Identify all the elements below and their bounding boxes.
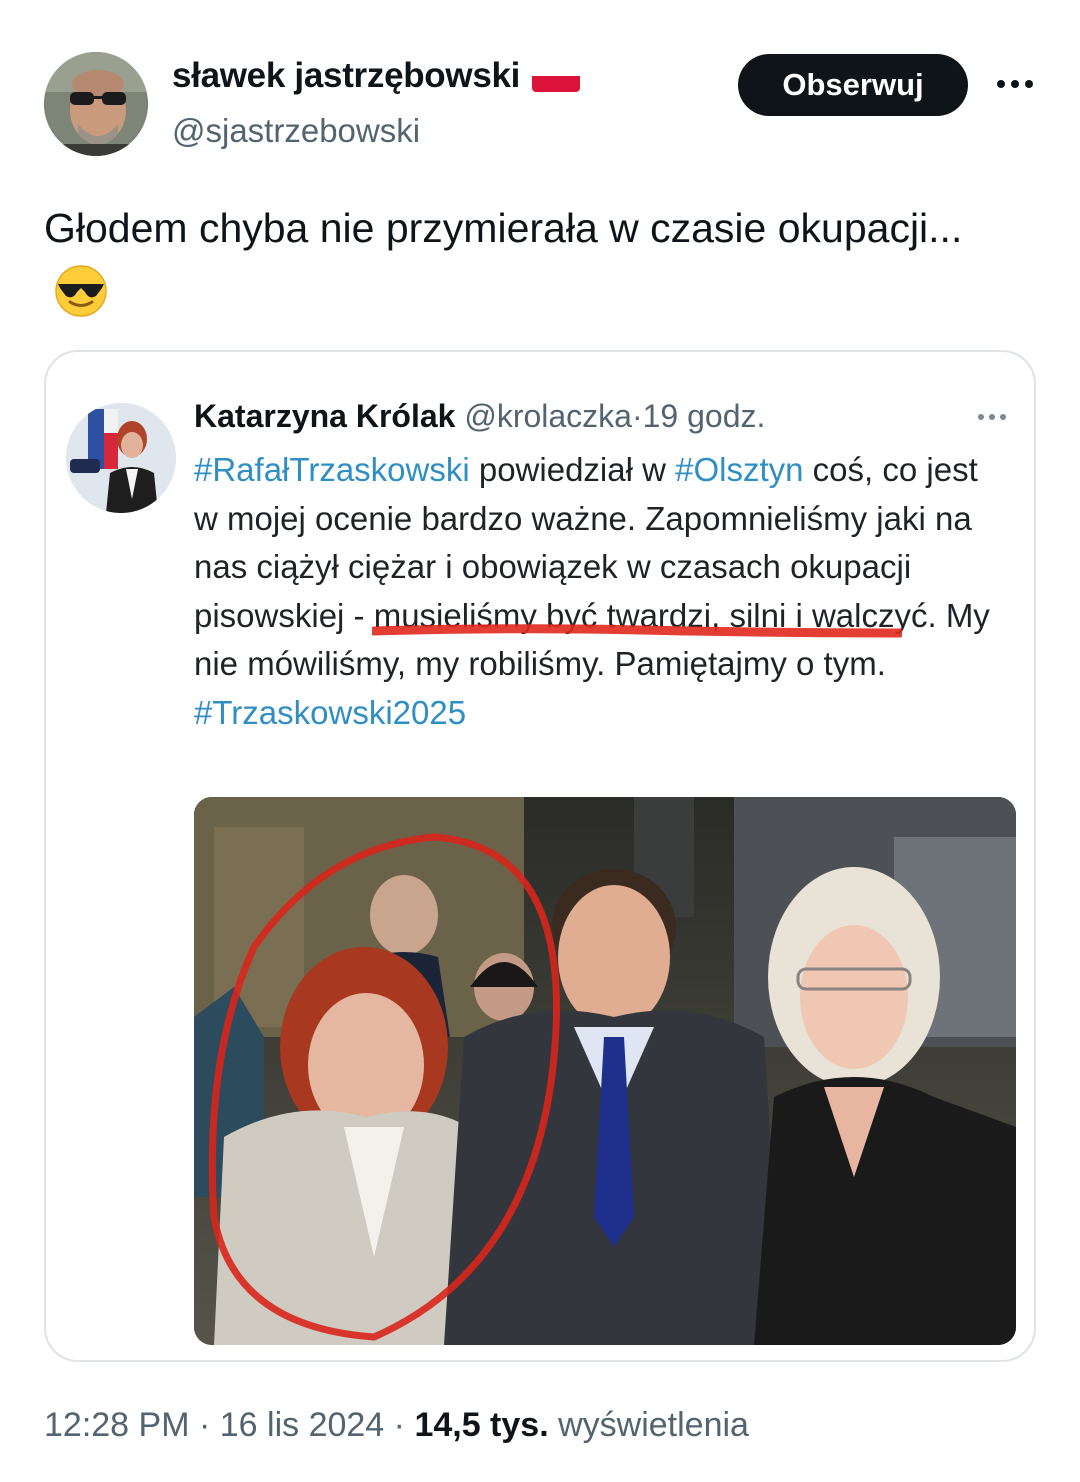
tweet-time[interactable]: 12:28 PM xyxy=(44,1406,190,1444)
quoted-author-handle[interactable]: @krolaczka xyxy=(464,398,632,434)
quoted-tweet-text: #RafałTrzaskowski powiedział w #Olsztyn … xyxy=(194,446,994,737)
hashtag-rafal-trzaskowski: #RafałTrzaskowski xyxy=(194,451,470,488)
hashtag-olsztyn: #Olsztyn xyxy=(675,451,804,488)
sunglasses-emoji-icon xyxy=(55,265,107,317)
author-handle[interactable]: @sjastrzebowski xyxy=(172,112,420,150)
author-display-name[interactable]: sławek jastrzębowski xyxy=(172,56,520,96)
quoted-tweet-photo xyxy=(194,797,1016,1345)
hashtag-trzaskowski-2025: #Trzaskowski2025 xyxy=(194,693,467,731)
quoted-author-avatar xyxy=(66,403,176,513)
tweet-meta: 12:28 PM · 16 lis 2024 · 14,5 tys. wyświ… xyxy=(44,1406,749,1445)
quoted-tweet-header: Katarzyna Królak @krolaczka·19 godz. xyxy=(194,398,765,435)
red-underline-annotation xyxy=(372,624,902,638)
meta-separator-1: · xyxy=(189,1406,220,1444)
header-separator: · xyxy=(631,398,643,434)
meta-separator-2: · xyxy=(384,1406,415,1444)
author-avatar[interactable] xyxy=(44,52,148,156)
quoted-author-name[interactable]: Katarzyna Królak xyxy=(194,398,455,434)
tweet-date[interactable]: 16 lis 2024 xyxy=(220,1406,384,1444)
more-options-icon[interactable] xyxy=(990,66,1040,102)
tweet-text: Głodem chyba nie przymierała w czasie ok… xyxy=(44,196,1024,324)
views-label: wyświetlenia xyxy=(548,1406,749,1444)
follow-button[interactable]: Obserwuj xyxy=(738,54,968,116)
author-name-row[interactable]: sławek jastrzębowski xyxy=(172,56,581,96)
quoted-tweet-time: 19 godz. xyxy=(642,398,766,434)
views-count: 14,5 tys. xyxy=(414,1406,549,1444)
quoted-more-icon xyxy=(978,414,1006,420)
poland-flag-icon xyxy=(532,60,581,92)
tweet-text-content: Głodem chyba nie przymierała w czasie ok… xyxy=(44,205,963,251)
quoted-text-part-1: powiedział w xyxy=(469,451,676,488)
